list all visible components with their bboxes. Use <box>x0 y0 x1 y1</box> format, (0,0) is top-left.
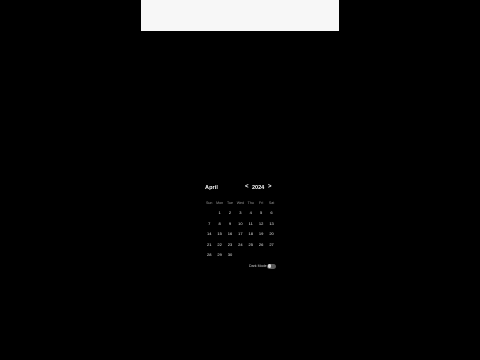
weekday-label: Sat <box>268 201 275 205</box>
day-cell-empty <box>256 250 266 261</box>
day-cell[interactable]: 14 <box>204 229 214 240</box>
weekday-label: Tue <box>226 201 233 205</box>
dark-mode-toggle[interactable] <box>267 263 276 269</box>
day-cell[interactable]: 6 <box>266 208 276 219</box>
calendar-widget: April < 2024 > Sun Mon Tue Wed Thu Fri S… <box>201 182 279 272</box>
day-cell[interactable]: 25 <box>246 240 256 251</box>
day-cell[interactable]: 24 <box>235 240 245 251</box>
day-cell[interactable]: 17 <box>235 229 245 240</box>
day-cell[interactable]: 10 <box>235 219 245 230</box>
day-cell[interactable]: 29 <box>214 250 224 261</box>
day-cell[interactable]: 8 <box>214 219 224 230</box>
calendar-grid: Sun Mon Tue Wed Thu Fri Sat 1 2 3 4 5 6 … <box>204 199 277 261</box>
day-cell[interactable]: 27 <box>266 240 276 251</box>
day-cell[interactable]: 9 <box>225 219 235 230</box>
day-cell[interactable]: 28 <box>204 250 214 261</box>
next-year-button[interactable]: > <box>268 184 272 190</box>
day-cell[interactable]: 23 <box>225 240 235 251</box>
day-cell[interactable]: 22 <box>214 240 224 251</box>
day-cell[interactable]: 1 <box>214 208 224 219</box>
toggle-knob <box>267 264 272 268</box>
day-cell-empty <box>204 208 214 219</box>
calendar-header: April < 2024 > <box>201 182 279 194</box>
day-cell[interactable]: 16 <box>225 229 235 240</box>
top-panel <box>141 0 339 31</box>
prev-year-button[interactable]: < <box>245 184 249 190</box>
day-cell[interactable]: 19 <box>256 229 266 240</box>
day-cell-empty <box>266 250 276 261</box>
day-cell[interactable]: 2 <box>225 208 235 219</box>
dark-mode-label: Dark Mode <box>249 264 267 268</box>
day-cell[interactable]: 4 <box>246 208 256 219</box>
day-cell[interactable]: 26 <box>256 240 266 251</box>
day-cell[interactable]: 30 <box>225 250 235 261</box>
day-cell[interactable]: 5 <box>256 208 266 219</box>
weekday-label: Wed <box>236 201 245 205</box>
month-label[interactable]: April <box>205 185 218 191</box>
day-cell-empty <box>235 250 245 261</box>
day-cell[interactable]: 13 <box>266 219 276 230</box>
day-cell-empty <box>246 250 256 261</box>
day-cell[interactable]: 11 <box>246 219 256 230</box>
day-cell[interactable]: 15 <box>214 229 224 240</box>
weekday-label: Fri <box>259 201 264 205</box>
day-cell[interactable]: 20 <box>266 229 276 240</box>
weekday-label: Mon <box>216 201 224 205</box>
weekday-label: Thu <box>247 201 254 205</box>
weekday-label: Sun <box>205 201 213 205</box>
day-cell[interactable]: 7 <box>204 219 214 230</box>
year-label[interactable]: 2024 <box>252 185 264 191</box>
day-cell[interactable]: 21 <box>204 240 214 251</box>
day-cell[interactable]: 12 <box>256 219 266 230</box>
day-cell[interactable]: 18 <box>246 229 256 240</box>
day-cell[interactable]: 3 <box>235 208 245 219</box>
calendar-footer: Dark Mode <box>245 262 279 270</box>
